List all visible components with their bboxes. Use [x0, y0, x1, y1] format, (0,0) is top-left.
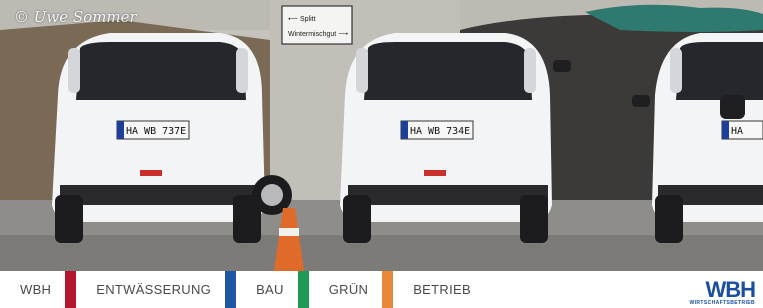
- car-left: HA WB 737E: [52, 33, 292, 243]
- nav-item-label: BETRIEB: [413, 282, 471, 297]
- direction-sign: [281, 5, 353, 45]
- main-navigation: WBH ENTWÄSSERUNG BAU GRÜN BETRIEB: [0, 271, 763, 308]
- nav-color-bar: [225, 271, 237, 308]
- photo-credit: © Uwe Sommer: [14, 8, 137, 26]
- logo-subtext: WIRTSCHAFTSBETRIEB: [689, 300, 755, 306]
- nav-item-gruen[interactable]: GRÜN: [309, 271, 394, 308]
- nav-item-betrieb[interactable]: BETRIEB: [393, 271, 485, 308]
- hero-photo-scene: ⟵ Splitt Wintermischgut ⟶ HA WB 737E HA …: [0, 0, 763, 271]
- nav-item-wbh[interactable]: WBH: [0, 271, 77, 308]
- nav-item-label: ENTWÄSSERUNG: [96, 282, 212, 297]
- nav-item-bau[interactable]: BAU: [236, 271, 309, 308]
- sign-line-2: Wintermischgut ⟶: [288, 31, 348, 38]
- sign-line-1: ⟵ Splitt: [288, 16, 316, 23]
- nav-color-bar: [297, 271, 309, 308]
- wbh-logo[interactable]: WBH WIRTSCHAFTSBETRIEB: [689, 277, 756, 307]
- plate-middle: HA WB 734E: [410, 126, 470, 137]
- plate-right: HA: [731, 126, 743, 137]
- nav-item-label: BAU: [256, 282, 284, 297]
- nav-item-label: GRÜN: [328, 282, 369, 297]
- car-middle: HA WB 734E: [340, 33, 571, 243]
- hero-photo: ⟵ Splitt Wintermischgut ⟶ HA WB 737E HA …: [0, 0, 763, 271]
- nav-item-entwaesserung[interactable]: ENTWÄSSERUNG: [76, 271, 237, 308]
- nav-color-bar: [65, 271, 77, 308]
- nav-item-label: WBH: [20, 282, 52, 297]
- nav-color-bar: [382, 271, 394, 308]
- plate-left: HA WB 737E: [126, 126, 186, 137]
